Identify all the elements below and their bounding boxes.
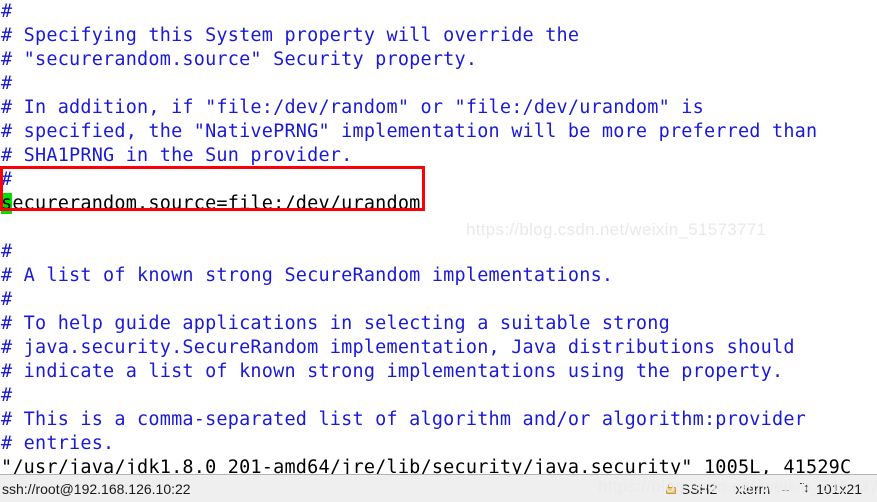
status-protocol-cell[interactable]: SSH2 (657, 481, 727, 497)
status-dimensions-cell[interactable]: 101x21 (791, 481, 871, 497)
terminal-window: # # Specifying this System property will… (0, 0, 877, 502)
terminal-line: # (1, 1, 13, 22)
terminal-line: # In addition, if "file:/dev/random" or … (1, 97, 704, 118)
status-connection-label: ssh://root@192.168.126.10:22 (2, 480, 191, 497)
terminal-line: # Specifying this System property will o… (1, 25, 580, 46)
terminal-line: # SHA1PRNG in the Sun provider. (1, 145, 353, 166)
vim-file-status-line: "/usr/java/jdk1.8.0_201-amd64/jre/lib/se… (1, 457, 852, 474)
terminal-line: # (1, 289, 13, 310)
text-cursor: s (1, 193, 13, 214)
terminal-line: # (1, 169, 13, 190)
status-emulation-cell[interactable]: xterm (726, 481, 779, 497)
terminal-line: # (1, 385, 13, 406)
status-emulation-label: xterm (735, 480, 771, 497)
securerandom-source-value: ecurerandom.source=file:/dev/urandom (12, 193, 421, 214)
terminal-line: # (1, 73, 13, 94)
status-dimensions-label: 101x21 (816, 480, 862, 497)
status-separator: – (781, 480, 790, 497)
terminal-line: # A list of known strong SecureRandom im… (1, 265, 614, 286)
terminal-line: # specified, the "NativePRNG" implementa… (1, 121, 818, 142)
lock-icon (665, 483, 676, 494)
status-protocol-label: SSH2 (680, 480, 718, 497)
resize-icon (800, 481, 811, 495)
status-bar-right-group: SSH2 xterm – 101x21 (657, 481, 877, 497)
terminal-line: # indicate a list of known strong implem… (1, 361, 784, 382)
terminal-line: # entries. (1, 433, 115, 454)
terminal-line: # To help guide applications in selectin… (1, 313, 670, 334)
terminal-line: # This is a comma-separated list of algo… (1, 409, 806, 430)
terminal-line: # "securerandom.source" Security propert… (1, 49, 478, 70)
terminal-screen[interactable]: # # Specifying this System property will… (0, 0, 877, 474)
terminal-line: # java.security.SecureRandom implementat… (1, 337, 795, 358)
status-bar: ssh://root@192.168.126.10:22 SSH2 xterm … (0, 474, 877, 502)
terminal-line: # (1, 241, 13, 262)
terminal-line-securerandom-source[interactable]: securerandom.source=file:/dev/urandom (0, 192, 877, 216)
